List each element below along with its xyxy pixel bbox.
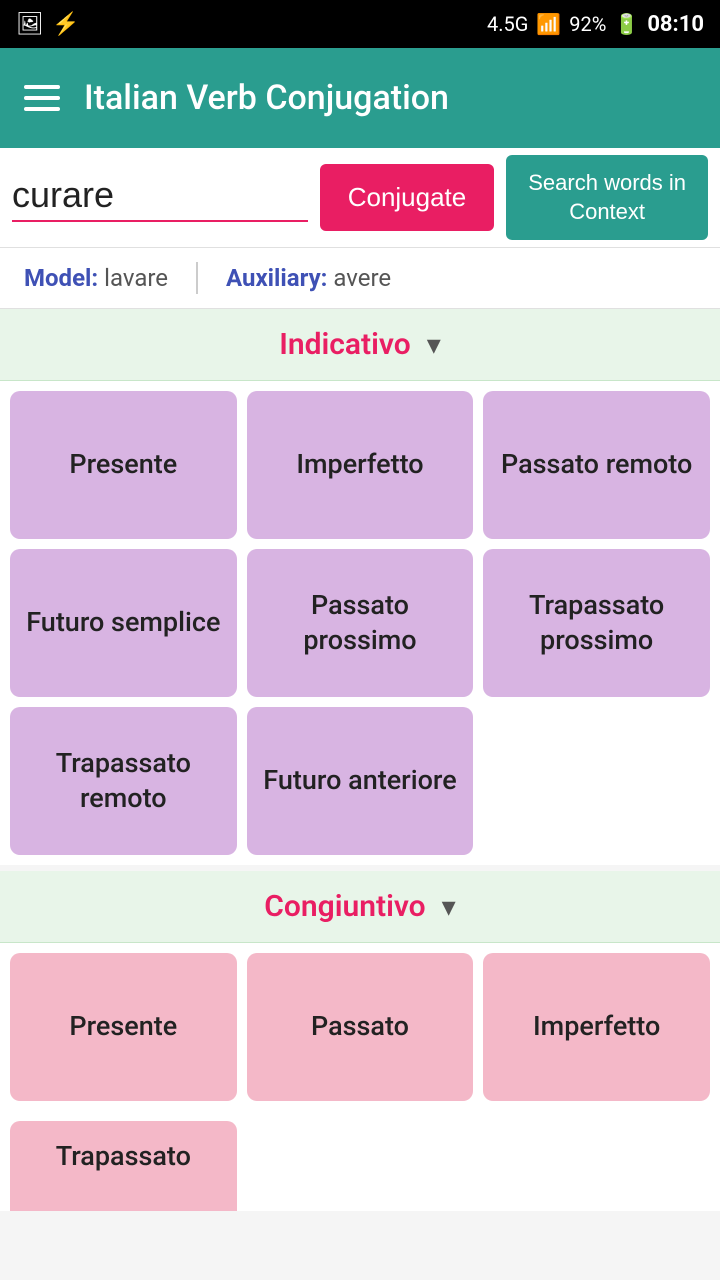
search-bar: Conjugate Search words in Context — [0, 148, 720, 248]
search-input[interactable] — [12, 174, 308, 216]
auxiliary-value: avere — [333, 264, 391, 292]
congiuntivo-tense-card-0[interactable]: Presente — [10, 953, 237, 1101]
auxiliary-label: Auxiliary: — [226, 264, 327, 292]
app-title: Italian Verb Conjugation — [84, 78, 696, 118]
congiuntivo-title: Congiuntivo — [264, 889, 425, 924]
congiuntivo-chevron-icon: ▾ — [442, 890, 456, 923]
flash-icon: ⚡ — [52, 12, 79, 37]
search-input-wrapper — [12, 174, 308, 222]
divider — [196, 262, 198, 294]
congiuntivo-tense-grid: PresentePassatoImperfetto — [0, 943, 720, 1111]
conjugate-button[interactable]: Conjugate — [320, 164, 495, 231]
battery-text: 92% — [569, 12, 606, 36]
time-text: 08:10 — [647, 12, 704, 37]
signal-bars-icon: 📶 — [536, 12, 561, 36]
indicativo-tense-card-1[interactable]: Imperfetto — [247, 391, 474, 539]
status-bar: 🖼 ⚡ 4.5G 📶 92% 🔋 08:10 — [0, 0, 720, 48]
indicativo-tense-card-7[interactable]: Futuro anteriore — [247, 707, 474, 855]
congiuntivo-tense-card-1[interactable]: Passato — [247, 953, 474, 1101]
indicativo-tense-card-6[interactable]: Trapassato remoto — [10, 707, 237, 855]
indicativo-tense-card-8 — [483, 707, 710, 855]
battery-icon: 🔋 — [614, 12, 639, 36]
model-value: lavare — [104, 264, 168, 292]
indicativo-tense-card-4[interactable]: Passato prossimo — [247, 549, 474, 697]
indicativo-tense-card-3[interactable]: Futuro semplice — [10, 549, 237, 697]
indicativo-chevron-icon: ▾ — [427, 328, 441, 361]
model-auxiliary-row: Model: lavare Auxiliary: avere — [0, 248, 720, 309]
indicativo-tense-card-0[interactable]: Presente — [10, 391, 237, 539]
congiuntivo-partial-grid: Trapassato — [0, 1111, 720, 1211]
indicativo-tense-card-5[interactable]: Trapassato prossimo — [483, 549, 710, 697]
menu-icon[interactable] — [24, 85, 60, 111]
indicativo-section-header[interactable]: Indicativo ▾ — [0, 309, 720, 381]
congiuntivo-section-header[interactable]: Congiuntivo ▾ — [0, 871, 720, 943]
photo-icon: 🖼 — [16, 12, 44, 37]
signal-text: 4.5G — [487, 12, 528, 36]
indicativo-tense-card-2[interactable]: Passato remoto — [483, 391, 710, 539]
search-context-button[interactable]: Search words in Context — [506, 155, 708, 240]
indicativo-title: Indicativo — [279, 327, 410, 362]
app-bar: Italian Verb Conjugation — [0, 48, 720, 148]
model-label: Model: — [24, 264, 98, 292]
congiuntivo-tense-card-2[interactable]: Imperfetto — [483, 953, 710, 1101]
congiuntivo-partial-card-0[interactable]: Trapassato — [10, 1121, 237, 1211]
indicativo-tense-grid: PresenteImperfettoPassato remoto Futuro s… — [0, 381, 720, 865]
